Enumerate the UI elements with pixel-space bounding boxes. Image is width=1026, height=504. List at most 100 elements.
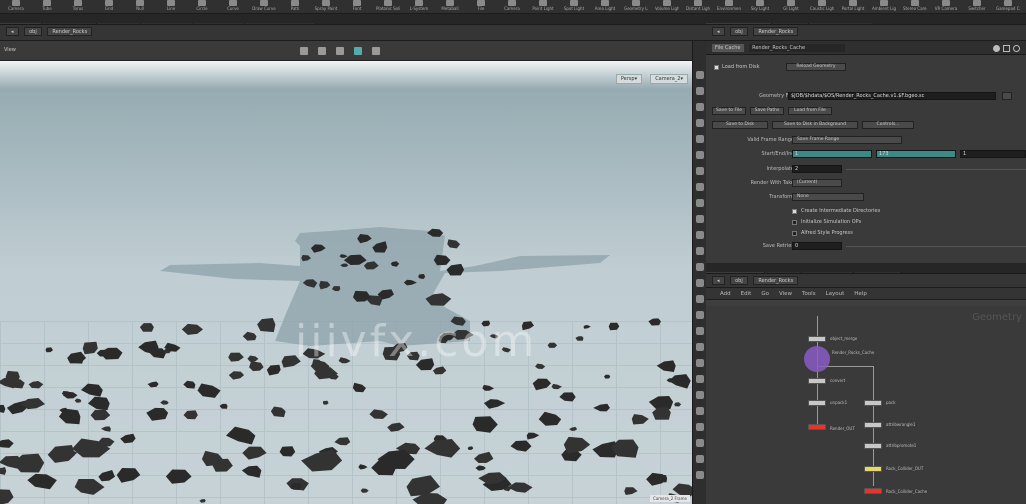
tab-save-to-file[interactable]: Save to File [712,107,746,115]
tab-load-from-file[interactable]: Load from File [788,107,832,115]
reload-geometry-button[interactable]: Reload Geometry [786,63,846,71]
network-menu-layout[interactable]: Layout [826,291,845,297]
save-to-disk-button[interactable]: Save to Disk [712,121,768,129]
params-back-button[interactable]: ◂ [712,27,725,36]
shelf-tool-environment-light[interactable]: Environment Light [717,0,741,14]
display-option-icon[interactable] [696,327,704,335]
shelf-tool-file[interactable]: File [469,0,493,14]
node-attribwrangle1[interactable] [864,422,882,428]
shelf-tool-platonic-solids[interactable]: Platonic Solids [376,0,400,14]
display-option-icon[interactable] [696,311,704,319]
network-menu-help[interactable]: Help [854,291,867,297]
scene-viewport[interactable]: View Persp▾ Camera_2▾ iiivfx.com Camera_… [0,41,692,504]
geometry-file-field[interactable]: $JOB/$hdata/$OS/Render_Rocks_Cache.v1.$F… [788,92,996,100]
shelf-tool-metaball[interactable]: Metaball [438,0,462,14]
gear-icon[interactable] [993,45,1000,52]
node-object-merge[interactable] [808,336,826,342]
shelf-tool-gamepad-camera[interactable]: Gamepad Camera [996,0,1020,14]
network-menu-tools[interactable]: Tools [802,291,816,297]
save-retries-field[interactable]: 0 [792,242,842,250]
info-icon[interactable] [1013,45,1020,52]
shelf-tool-point-light[interactable]: Point Light [531,0,555,14]
display-option-icon[interactable] [696,167,704,175]
display-option-icon[interactable] [696,263,704,271]
shelf-tool-tube[interactable]: Tube [35,0,59,14]
node-pack[interactable] [864,400,882,406]
display-option-icon[interactable] [696,295,704,303]
display-option-icon[interactable] [696,455,704,463]
network-canvas[interactable]: Geometry object_merge Render_Rocks_Cache… [706,306,1026,504]
network-menu-go[interactable]: Go [761,291,769,297]
display-option-icon[interactable] [696,471,704,479]
shelf-tool-caustic-light[interactable]: Caustic Light [810,0,834,14]
display-option-icon[interactable] [696,183,704,191]
shelf-tool-stereo-camera[interactable]: Stereo Camera [903,0,927,14]
display-option-icon[interactable] [696,119,704,127]
shelf-tool-camera[interactable]: Camera [4,0,28,14]
shelf-tool-line[interactable]: Line [159,0,183,14]
node-render-out[interactable] [808,424,826,430]
display-option-icon[interactable] [696,199,704,207]
file-browse-icon[interactable] [1002,92,1012,100]
create-dirs-checkbox[interactable] [792,209,797,214]
shelf-tool-geometry-light[interactable]: Geometry Light [624,0,648,14]
node-unpack1[interactable] [808,400,826,406]
inc-field[interactable]: 1 [960,150,1026,158]
init-sim-checkbox[interactable] [792,220,797,225]
alfred-progress-checkbox[interactable] [792,231,797,236]
node-rock-collider-out[interactable] [864,466,882,472]
display-option-icon[interactable] [696,103,704,111]
display-option-icon[interactable] [696,407,704,415]
network-node-chip[interactable]: Render_Rocks [753,276,799,285]
shelf-tool-font[interactable]: Font [345,0,369,14]
shelf-tool-area-light[interactable]: Area Light [593,0,617,14]
shelf-tool-gi-light[interactable]: GI Light [779,0,803,14]
shelf-tool-ambient-light[interactable]: Ambient Light [872,0,896,14]
display-option-icon[interactable] [696,87,704,95]
shelf-tool-path[interactable]: Path [283,0,307,14]
transform-menu[interactable]: None [792,193,864,201]
tab-save-paths[interactable]: Save Paths [750,107,784,115]
shelf-tool-vr-camera[interactable]: VR Camera [934,0,958,14]
node-render-rocks-cache[interactable] [804,346,830,372]
shelf-tool-draw-curve[interactable]: Draw Curve [252,0,276,14]
node-name-field[interactable]: Render_Rocks_Cache [749,44,846,52]
valid-frame-range-menu[interactable]: Save Frame Range [792,136,902,144]
path-back-button[interactable]: ◂ [6,27,19,36]
display-option-icon[interactable] [696,231,704,239]
save-retries-slider[interactable] [846,246,1026,247]
shelf-tool-portal-light[interactable]: Portal Light [841,0,865,14]
node-convert[interactable] [808,378,826,384]
display-option-icon[interactable] [696,279,704,287]
start-frame-field[interactable]: 1 [792,150,872,158]
node-rock-collider-cache[interactable] [864,488,882,494]
params-root-chip[interactable]: obj [730,27,748,36]
network-menu-edit[interactable]: Edit [741,291,752,297]
shelf-tool-l-system[interactable]: L-System [407,0,431,14]
shelf-tool-grid[interactable]: Grid [97,0,121,14]
controls-button[interactable]: Controls... [862,121,914,129]
display-option-icon[interactable] [696,247,704,255]
shelf-tool-spot-light[interactable]: Spot Light [562,0,586,14]
help-icon[interactable] [1003,45,1010,52]
shelf-tool-switcher[interactable]: Switcher [965,0,989,14]
render-with-take-menu[interactable]: (Current) [792,179,842,187]
display-option-icon[interactable] [696,343,704,351]
shelf-tool-volume-light[interactable]: Volume Light [655,0,679,14]
node-attribpromote1[interactable] [864,443,882,449]
network-back-button[interactable]: ◂ [712,276,725,285]
display-option-icon[interactable] [696,151,704,159]
display-option-icon[interactable] [696,439,704,447]
interpolate-field[interactable]: 2 [792,165,842,173]
display-option-icon[interactable] [696,71,704,79]
save-background-button[interactable]: Save to Disk in Background [772,121,858,129]
shelf-tool-circle[interactable]: Circle [190,0,214,14]
shelf-tool-camera[interactable]: Camera [500,0,524,14]
shelf-tool-distant-light[interactable]: Distant Light [686,0,710,14]
load-from-disk-checkbox[interactable] [714,65,719,70]
display-option-icon[interactable] [696,135,704,143]
network-menu-add[interactable]: Add [720,291,731,297]
display-option-icon[interactable] [696,215,704,223]
shelf-tool-null[interactable]: Null [128,0,152,14]
path-root-chip[interactable]: obj [24,27,42,36]
